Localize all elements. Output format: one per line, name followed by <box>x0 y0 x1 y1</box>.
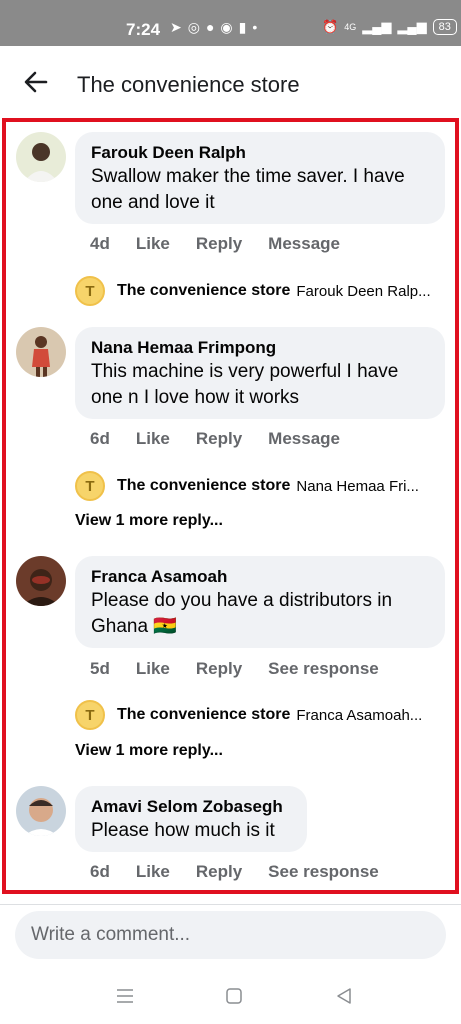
see-response-button[interactable]: See response <box>268 659 379 679</box>
comment-actions: 6d Like Reply See response <box>90 862 405 882</box>
telegram-icon: ➤ <box>170 19 182 35</box>
comment-text-line: Swallow maker the time saver. I have <box>91 166 405 187</box>
page-avatar: T <box>75 276 105 306</box>
avatar[interactable] <box>16 132 66 182</box>
like-button[interactable]: Like <box>136 234 170 254</box>
like-button[interactable]: Like <box>136 862 170 882</box>
profile-photo-icon <box>16 556 66 606</box>
comment-bubble[interactable]: Nana Hemaa Frimpong This machine is very… <box>75 327 445 419</box>
like-button[interactable]: Like <box>136 429 170 449</box>
page-avatar: T <box>75 471 105 501</box>
status-right: ⏰ 4G ▂▄▆ ▂▄▆ 83 <box>322 19 457 35</box>
comment-text-line: one n I love how it works <box>91 387 300 408</box>
avatar[interactable] <box>16 556 66 606</box>
home-nav-button[interactable] <box>224 986 244 1006</box>
comment-author[interactable]: Farouk Deen Ralph <box>91 142 429 164</box>
reply-preview[interactable]: T The convenience store Franca Asamoah..… <box>75 700 447 730</box>
comment-text-line: Please how much is it <box>91 820 275 841</box>
dot-icon: • <box>252 19 258 35</box>
comment-text-line: Ghana 🇬🇭 <box>91 616 177 637</box>
view-more-replies-link[interactable]: View 1 more reply... <box>75 742 223 760</box>
chat-icon: ● <box>205 19 215 35</box>
page-title: The convenience store <box>77 72 300 97</box>
comment-time: 6d <box>90 429 110 448</box>
comment-actions: 5d Like Reply See response <box>90 659 405 679</box>
see-response-button[interactable]: See response <box>268 862 379 882</box>
comment-text-line: one and love it <box>91 192 215 213</box>
menu-nav-button[interactable] <box>115 986 135 1006</box>
reply-button[interactable]: Reply <box>196 659 242 679</box>
comment-author[interactable]: Franca Asamoah <box>91 566 429 588</box>
comment-composer[interactable] <box>15 911 446 959</box>
reply-preview[interactable]: T The convenience store Nana Hemaa Fri..… <box>75 471 447 501</box>
comment-time: 5d <box>90 659 110 678</box>
reply-preview[interactable]: T The convenience store Farouk Deen Ralp… <box>75 276 447 306</box>
app-header: The convenience store <box>0 46 461 116</box>
reply-button[interactable]: Reply <box>196 234 242 254</box>
comment-text-line: Please do you have a distributors in <box>91 590 393 611</box>
comment-input[interactable] <box>15 911 446 959</box>
reply-preview-text: Nana Hemaa Fri... <box>296 477 419 495</box>
system-nav-bar <box>0 968 461 1024</box>
comment-time: 6d <box>90 862 110 881</box>
avatar[interactable] <box>16 786 66 836</box>
status-time: 7:24 <box>126 20 161 39</box>
signal-icon: ▂▄▆ <box>362 19 392 34</box>
message-button[interactable]: Message <box>268 429 340 449</box>
reply-author: The convenience store <box>117 477 291 494</box>
comment-text-line: This machine is very powerful I have <box>91 361 399 382</box>
back-nav-button[interactable] <box>334 986 354 1006</box>
notification-icons: ➤ ◎ ● ◉ ▮ • <box>170 19 257 36</box>
arrow-left-icon <box>24 71 48 93</box>
comment-author[interactable]: Amavi Selom Zobasegh <box>91 796 291 818</box>
comment-bubble[interactable]: Farouk Deen Ralph Swallow maker the time… <box>75 132 445 224</box>
home-square-icon <box>226 988 242 1004</box>
status-bar: 7:24 ➤ ◎ ● ◉ ▮ • ⏰ 4G ▂▄▆ ▂▄▆ 83 <box>0 0 461 46</box>
reply-button[interactable]: Reply <box>196 862 242 882</box>
reply-preview-text: Farouk Deen Ralp... <box>296 282 431 300</box>
comment-actions: 4d Like Reply Message <box>90 234 366 254</box>
menu-icon <box>117 989 133 1003</box>
page-avatar: T <box>75 700 105 730</box>
back-button[interactable] <box>22 68 50 96</box>
comment-author[interactable]: Nana Hemaa Frimpong <box>91 337 429 359</box>
comment-time: 4d <box>90 234 110 253</box>
divider <box>0 904 461 905</box>
comment-bubble[interactable]: Franca Asamoah Please do you have a dist… <box>75 556 445 648</box>
reply-button[interactable]: Reply <box>196 429 242 449</box>
reply-preview-text: Franca Asamoah... <box>296 706 423 724</box>
whatsapp-icon: ◎ <box>187 19 200 35</box>
battery-level: 83 <box>432 19 457 35</box>
profile-photo-icon <box>16 327 66 377</box>
signal-icon-2: ▂▄▆ <box>397 19 427 34</box>
comment-bubble[interactable]: Amavi Selom Zobasegh Please how much is … <box>75 786 307 852</box>
avatar[interactable] <box>16 327 66 377</box>
profile-photo-icon <box>16 132 66 182</box>
back-triangle-icon <box>337 988 351 1004</box>
file-icon: ▮ <box>238 19 247 35</box>
profile-photo-icon <box>16 786 66 836</box>
reply-author: The convenience store <box>117 282 291 299</box>
network-type: 4G <box>344 22 357 32</box>
view-more-replies-link[interactable]: View 1 more reply... <box>75 512 223 530</box>
reply-author: The convenience store <box>117 706 291 723</box>
alarm-icon: ⏰ <box>322 19 339 34</box>
like-button[interactable]: Like <box>136 659 170 679</box>
bag-icon: ◉ <box>220 19 233 35</box>
message-button[interactable]: Message <box>268 234 340 254</box>
comment-actions: 6d Like Reply Message <box>90 429 366 449</box>
